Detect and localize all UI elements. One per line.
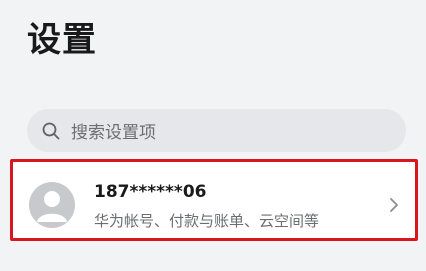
account-subtitle: 华为帐号、付款与账单、云空间等 <box>94 212 320 230</box>
page-title: 设置 <box>27 20 97 60</box>
avatar-person-icon <box>29 182 75 228</box>
chevron-right-icon <box>389 197 399 213</box>
search-bar[interactable]: 搜索设置项 <box>27 109 406 152</box>
account-card[interactable]: 187******06 华为帐号、付款与账单、云空间等 <box>10 159 418 241</box>
account-name: 187******06 <box>94 182 207 202</box>
search-icon <box>41 121 61 141</box>
search-placeholder: 搜索设置项 <box>71 123 156 143</box>
